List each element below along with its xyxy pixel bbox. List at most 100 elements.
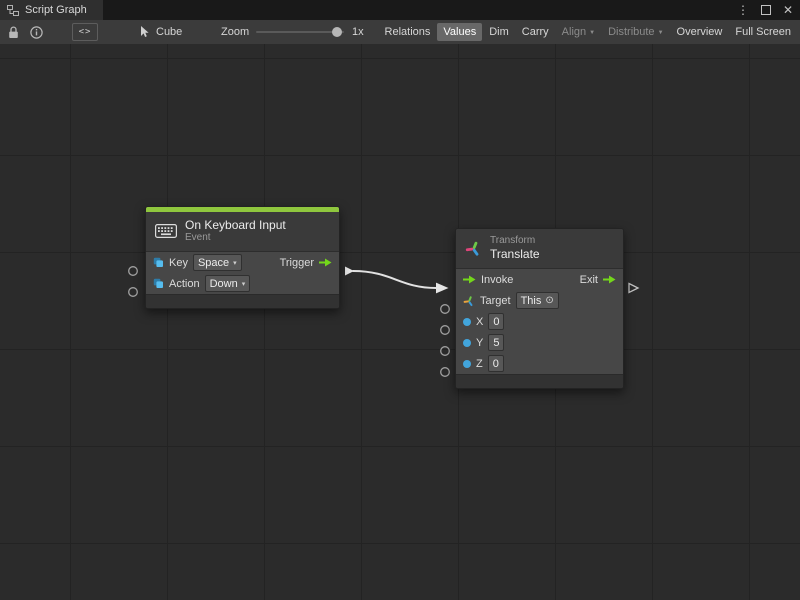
- flow-arrow-icon: [463, 275, 476, 284]
- port-action-input[interactable]: [129, 288, 138, 297]
- overview-button[interactable]: Overview: [671, 23, 729, 41]
- exit-label: Exit: [580, 274, 598, 286]
- action-label: Action: [169, 278, 200, 290]
- key-value: Space: [198, 257, 229, 269]
- pick-cursor-icon: [140, 26, 151, 38]
- float-port-icon: [463, 339, 471, 347]
- flow-arrow-icon: [319, 258, 332, 267]
- node-footer: [146, 294, 339, 308]
- x-label: X: [476, 316, 483, 328]
- node-subtitle: Event: [185, 232, 286, 244]
- titlebar: Script Graph ⋮ ✕: [0, 0, 800, 20]
- trigger-label: Trigger: [280, 257, 314, 269]
- node-header[interactable]: Transform Translate: [456, 229, 623, 269]
- port-y-input[interactable]: [441, 347, 450, 356]
- float-port-icon: [463, 360, 471, 368]
- node-rows: Invoke Exit Target This ⊙: [456, 269, 623, 374]
- z-label: Z: [476, 358, 483, 370]
- lock-button[interactable]: [8, 20, 19, 44]
- zoom-slider-handle[interactable]: [332, 27, 342, 37]
- carry-label: Carry: [522, 26, 549, 38]
- target-row: Target This ⊙: [456, 290, 623, 311]
- action-dropdown[interactable]: Down ▾: [205, 275, 251, 292]
- z-value-field[interactable]: 0: [488, 355, 504, 372]
- flow-arrow-icon: [603, 275, 616, 284]
- code-icon: <>: [72, 23, 98, 41]
- zoom-slider-track[interactable]: [256, 31, 344, 33]
- carry-button[interactable]: Carry: [516, 23, 555, 41]
- graph-toolbar: <> Cube Zoom 1x Relations Values Dim Car…: [0, 20, 800, 45]
- y-row: Y 5: [456, 332, 623, 353]
- chevron-down-icon: ▾: [242, 280, 246, 288]
- full-screen-button[interactable]: Full Screen: [729, 23, 797, 41]
- target-object-chip[interactable]: This ⊙: [516, 292, 559, 309]
- node-on-keyboard-input[interactable]: On Keyboard Input Event Key Space ▾ Trig…: [145, 206, 340, 309]
- values-button[interactable]: Values: [437, 23, 482, 41]
- zoom-label: Zoom: [221, 20, 249, 44]
- relations-label: Relations: [385, 26, 431, 38]
- edit-script-button[interactable]: <>: [72, 20, 98, 44]
- invoke-label: Invoke: [481, 274, 513, 286]
- port-trigger-output[interactable]: [345, 267, 354, 276]
- script-graph-tab[interactable]: Script Graph: [0, 0, 103, 20]
- y-value-field[interactable]: 5: [488, 334, 504, 351]
- port-key-input[interactable]: [129, 267, 138, 276]
- key-row: Key Space ▾ Trigger: [146, 252, 339, 273]
- action-row: Action Down ▾: [146, 273, 339, 294]
- target-value: This: [521, 295, 542, 307]
- connection-trigger-to-invoke[interactable]: [353, 271, 436, 288]
- relations-button[interactable]: Relations: [379, 23, 437, 41]
- node-header[interactable]: On Keyboard Input Event: [146, 212, 339, 252]
- overview-label: Overview: [677, 26, 723, 38]
- graph-canvas[interactable]: On Keyboard Input Event Key Space ▾ Trig…: [0, 44, 800, 600]
- keycode-type-icon: [153, 257, 164, 268]
- distribute-button[interactable]: Distribute ▼: [602, 23, 669, 41]
- port-z-input[interactable]: [441, 368, 450, 377]
- chevron-down-icon: ▼: [589, 30, 595, 36]
- port-exit-output[interactable]: [629, 284, 638, 293]
- zoom-value: 1x: [352, 20, 364, 44]
- dim-button[interactable]: Dim: [483, 23, 515, 41]
- node-transform-translate[interactable]: Transform Translate Invoke Exit: [455, 228, 624, 389]
- node-title: Translate: [490, 247, 540, 261]
- chevron-down-icon: ▼: [658, 30, 664, 36]
- x-row: X 0: [456, 311, 623, 332]
- graph-target[interactable]: Cube: [140, 20, 182, 44]
- x-value-field[interactable]: 0: [488, 313, 504, 330]
- toolbar-buttons: Relations Values Dim Carry Align ▼ Distr…: [379, 20, 797, 44]
- key-dropdown[interactable]: Space ▾: [193, 254, 242, 271]
- target-label: Target: [480, 295, 511, 307]
- node-header-text: On Keyboard Input Event: [185, 218, 286, 244]
- target-name: Cube: [156, 26, 182, 38]
- transform-type-icon: [463, 295, 475, 307]
- action-value: Down: [210, 278, 238, 290]
- maximize-icon[interactable]: [761, 5, 771, 15]
- node-rows: Key Space ▾ Trigger Action: [146, 252, 339, 294]
- distribute-label: Distribute: [608, 26, 654, 38]
- tab-title: Script Graph: [25, 4, 87, 16]
- float-port-icon: [463, 318, 471, 326]
- window-controls: ⋮ ✕: [737, 0, 793, 20]
- pane-menu-icon[interactable]: ⋮: [737, 3, 749, 17]
- transform-icon: [465, 240, 482, 257]
- z-row: Z 0: [456, 353, 623, 374]
- press-state-type-icon: [153, 278, 164, 289]
- object-picker-icon: ⊙: [545, 296, 553, 306]
- chevron-down-icon: ▾: [233, 259, 237, 267]
- port-invoke-input[interactable]: [436, 283, 449, 294]
- key-label: Key: [169, 257, 188, 269]
- node-header-text: Transform Translate: [490, 235, 540, 261]
- y-label: Y: [476, 337, 483, 349]
- zoom-slider[interactable]: [256, 20, 344, 44]
- keyboard-icon: [155, 224, 177, 238]
- port-target-input[interactable]: [441, 305, 450, 314]
- info-icon: [30, 26, 43, 39]
- port-x-input[interactable]: [441, 326, 450, 335]
- node-footer: [456, 374, 623, 388]
- close-icon[interactable]: ✕: [783, 3, 793, 17]
- script-graph-icon: [7, 5, 19, 16]
- align-button[interactable]: Align ▼: [556, 23, 601, 41]
- wires-layer: [0, 44, 800, 600]
- info-button[interactable]: [30, 20, 43, 44]
- node-title: On Keyboard Input: [185, 218, 286, 232]
